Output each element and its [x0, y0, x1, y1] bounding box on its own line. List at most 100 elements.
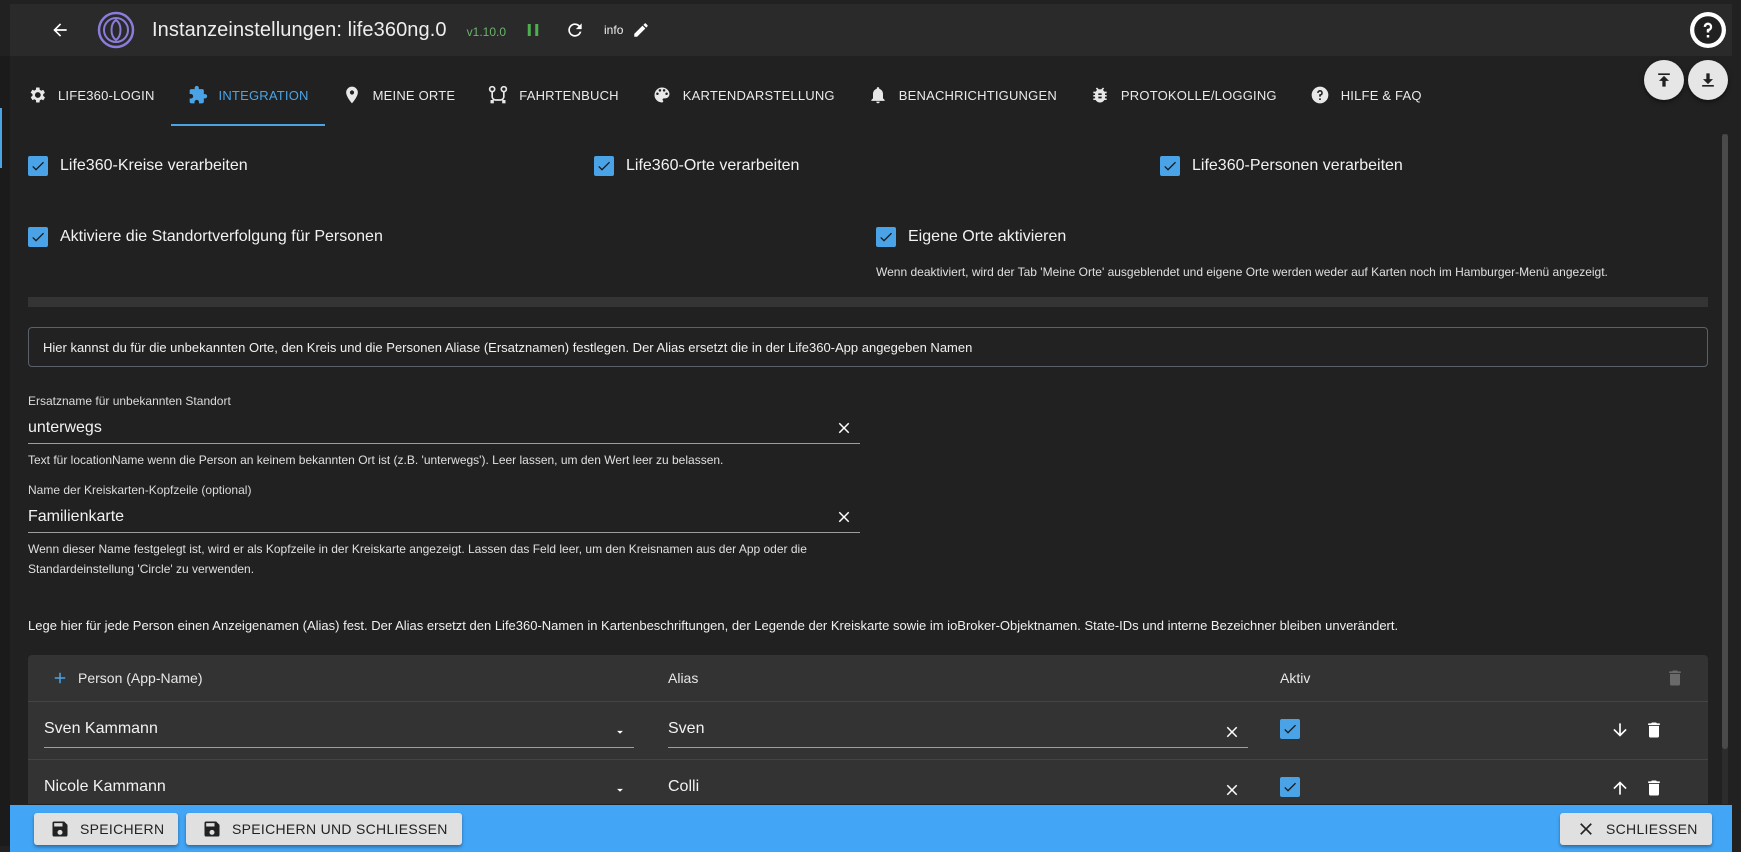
- person-select-value: Sven Kammann: [44, 720, 158, 737]
- process-circles-checkbox[interactable]: [28, 156, 48, 176]
- version-label: v1.10.0: [466, 25, 507, 39]
- tab-life360-login[interactable]: LIFE360-LOGIN: [10, 64, 171, 126]
- arrow-up-icon: [1613, 781, 1627, 795]
- save-and-close-label: SPEICHERN UND SCHLIESSEN: [232, 821, 448, 837]
- back-button[interactable]: [40, 10, 80, 50]
- save-label: SPEICHERN: [80, 821, 165, 837]
- alias-field: [668, 714, 1248, 748]
- save-button[interactable]: SPEICHERN: [34, 813, 179, 845]
- process-places-row: Life360-Orte verarbeiten: [594, 156, 799, 176]
- move-up-button[interactable]: [1608, 776, 1632, 800]
- close-icon: [1226, 784, 1238, 796]
- alias-paragraph: Lege hier für jede Person einen Anzeigen…: [28, 618, 1399, 633]
- tab-meine-orte[interactable]: MEINE ORTE: [325, 64, 472, 126]
- save-icon: [50, 819, 70, 839]
- chevron-down-icon: [610, 722, 630, 742]
- process-people-checkbox[interactable]: [1160, 156, 1180, 176]
- reload-button[interactable]: [560, 15, 590, 45]
- table-row: Nicole Kammann: [28, 760, 1708, 804]
- question-icon: [1694, 16, 1722, 44]
- circle-header-input[interactable]: [28, 503, 860, 531]
- top-bar: Instanzeinstellungen: life360ng.0 v1.10.…: [10, 4, 1732, 56]
- settings-content: Life360-Kreise verarbeiten Life360-Orte …: [10, 132, 1722, 804]
- trash-icon: [1648, 722, 1660, 738]
- process-circles-row: Life360-Kreise verarbeiten: [28, 156, 248, 176]
- close-icon: [1576, 819, 1596, 839]
- own-places-checkbox[interactable]: [876, 227, 896, 247]
- tab-protokolle-logging[interactable]: PROTOKOLLE/LOGGING: [1073, 64, 1293, 126]
- process-places-label: Life360-Orte verarbeiten: [626, 157, 800, 174]
- clear-alias-button[interactable]: [1220, 778, 1244, 802]
- header-alias: Alias: [668, 670, 699, 686]
- pencil-icon: [634, 23, 649, 37]
- page-title: Instanzeinstellungen: life360ng.0: [152, 18, 447, 41]
- tab-hilfe-faq[interactable]: HILFE & FAQ: [1293, 64, 1438, 126]
- process-places-checkbox[interactable]: [594, 156, 614, 176]
- move-down-button[interactable]: [1608, 718, 1632, 742]
- clear-alias-button[interactable]: [1220, 720, 1244, 744]
- circle-header-field: Name der Kreiskarten-Kopfzeile (optional…: [28, 483, 860, 579]
- pause-icon: [527, 24, 539, 36]
- alias-input[interactable]: [668, 714, 1248, 744]
- pin-icon: [341, 84, 363, 106]
- arrow-down-icon: [1613, 723, 1627, 737]
- clear-unknown-location-button[interactable]: [832, 416, 856, 440]
- add-row-button[interactable]: [50, 668, 70, 688]
- person-select[interactable]: Nicole Kammann: [44, 772, 634, 804]
- help-icon: [1309, 84, 1331, 106]
- own-places-row: Eigene Orte aktivieren: [876, 227, 1066, 247]
- tab-bar: LIFE360-LOGIN INTEGRATION MEINE ORTE FAH…: [10, 64, 1438, 126]
- location-tracking-label: Aktiviere die Standortverfolgung für Per…: [60, 228, 383, 245]
- left-strip: [0, 56, 10, 846]
- edit-info-button[interactable]: [629, 18, 653, 42]
- person-select-value: Nicole Kammann: [44, 778, 166, 795]
- tab-benachrichtigungen[interactable]: BENACHRICHTIGUNGEN: [851, 64, 1073, 126]
- location-tracking-checkbox[interactable]: [28, 227, 48, 247]
- check-icon: [1284, 782, 1296, 792]
- scrollbar-thumb[interactable]: [1722, 134, 1728, 749]
- process-circles-label: Life360-Kreise verarbeiten: [60, 157, 248, 174]
- tab-kartendarstellung[interactable]: KARTENDARSTELLUNG: [635, 64, 851, 126]
- own-places-help: Wenn deaktiviert, wird der Tab 'Meine Or…: [876, 265, 1608, 279]
- unknown-location-input[interactable]: [28, 414, 860, 442]
- close-label: SCHLIESSEN: [1606, 821, 1698, 837]
- table-row: Sven Kammann: [28, 702, 1708, 760]
- delete-row-button[interactable]: [1642, 776, 1666, 800]
- save-and-close-button[interactable]: SPEICHERN UND SCHLIESSEN: [186, 813, 462, 845]
- person-select[interactable]: Sven Kammann: [44, 714, 634, 748]
- upload-icon: [1658, 73, 1670, 87]
- location-tracking-row: Aktiviere die Standortverfolgung für Per…: [28, 227, 383, 247]
- help-button[interactable]: [1690, 12, 1726, 48]
- tab-label: BENACHRICHTIGUNGEN: [898, 87, 1057, 103]
- section-divider: [28, 297, 1708, 307]
- upload-config-button[interactable]: [1644, 60, 1684, 100]
- life360-logo-icon: [97, 11, 135, 49]
- unknown-location-field: Ersatzname für unbekannten Standort Text…: [28, 394, 860, 470]
- save-icon: [202, 819, 222, 839]
- check-icon: [1164, 161, 1176, 171]
- left-accent: [0, 108, 2, 168]
- tab-integration[interactable]: INTEGRATION: [170, 64, 325, 126]
- unknown-location-help: Text für locationName wenn die Person an…: [28, 453, 724, 467]
- download-config-button[interactable]: [1688, 60, 1728, 100]
- tab-label: INTEGRATION: [218, 87, 309, 103]
- tab-label: HILFE & FAQ: [1340, 87, 1422, 103]
- chevron-down-icon: [610, 780, 630, 800]
- header-active: Aktiv: [1280, 670, 1311, 686]
- delete-row-button[interactable]: [1642, 718, 1666, 742]
- content-scrollbar[interactable]: [1722, 134, 1730, 804]
- check-icon: [32, 232, 44, 242]
- tab-fahrtenbuch[interactable]: FAHRTENBUCH: [471, 64, 634, 126]
- active-checkbox[interactable]: [1280, 777, 1300, 797]
- info-label: info: [604, 23, 624, 37]
- pause-button[interactable]: [518, 15, 548, 45]
- close-button[interactable]: SCHLIESSEN: [1560, 813, 1712, 845]
- active-checkbox[interactable]: [1280, 719, 1300, 739]
- footer-bar: SPEICHERN SPEICHERN UND SCHLIESSEN SCHLI…: [10, 805, 1732, 852]
- clear-circle-header-button[interactable]: [832, 505, 856, 529]
- circle-header-label: Name der Kreiskarten-Kopfzeile (optional…: [28, 483, 252, 497]
- tab-label: FAHRTENBUCH: [519, 87, 619, 103]
- alias-input[interactable]: [668, 772, 1248, 802]
- trash-icon: [1648, 780, 1660, 796]
- person-alias-table: Person (App-Name) Alias Aktiv Sven Kamma…: [28, 655, 1708, 804]
